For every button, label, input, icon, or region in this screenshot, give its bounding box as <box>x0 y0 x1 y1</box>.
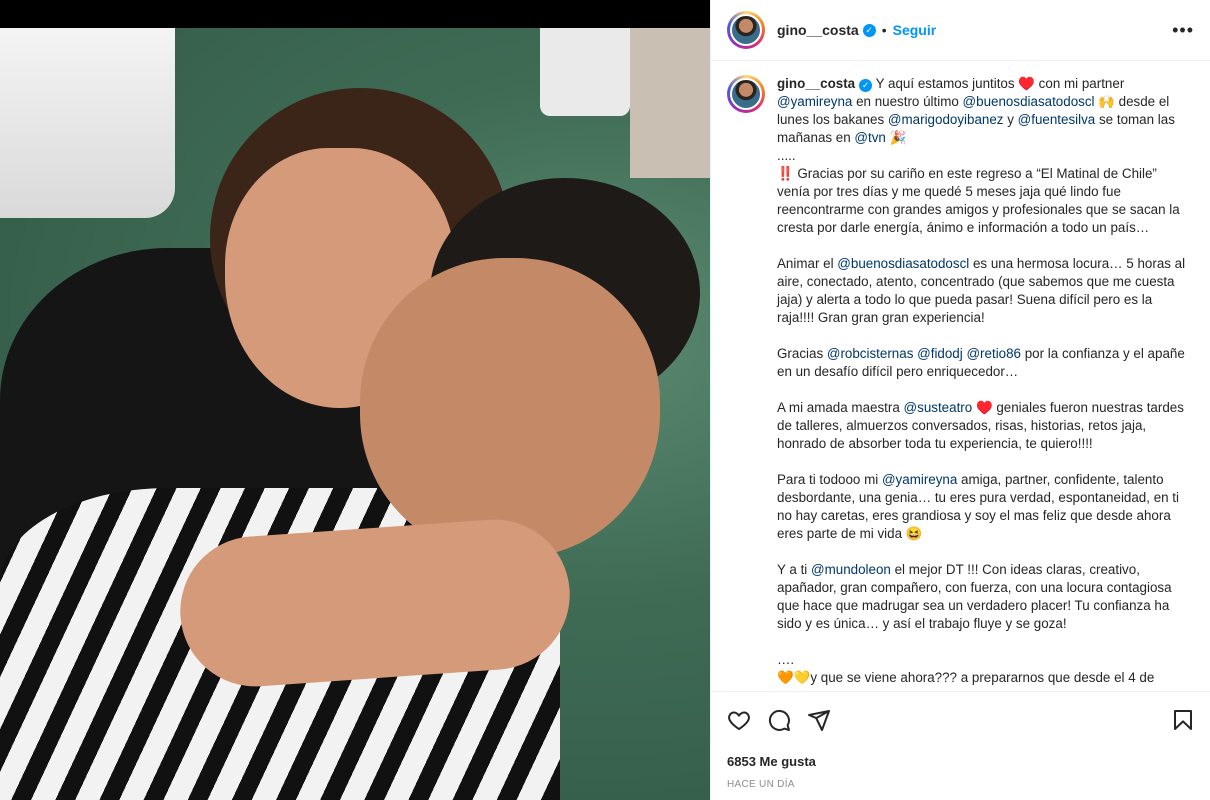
caption-area: gino__costa ✓ Y aquí estamos juntitos ♥️ … <box>711 61 1210 691</box>
caption-username[interactable]: gino__costa <box>777 76 855 91</box>
brick-wall <box>630 28 710 178</box>
bookmark-icon[interactable] <box>1171 708 1195 732</box>
mention-link[interactable]: @fuentesilva <box>1018 112 1096 127</box>
follow-button[interactable]: Seguir <box>893 22 937 38</box>
heart-icon[interactable] <box>727 708 751 732</box>
actions-bar: 6853 Me gusta HACE UN DÍA <box>711 691 1210 800</box>
mention-link[interactable]: @robcisternas <box>827 346 914 361</box>
share-icon[interactable] <box>807 708 831 732</box>
woman-arm <box>175 514 575 692</box>
white-chair <box>0 28 175 218</box>
caption-segment: en nuestro último <box>852 94 963 109</box>
action-icons <box>727 702 1195 738</box>
caption-segment: Y aquí estamos juntitos ♥️ con mi partne… <box>875 76 1128 91</box>
mention-link[interactable]: @yamireyna <box>882 472 957 487</box>
mention-link[interactable]: @marigodoyibanez <box>888 112 1004 127</box>
post-timestamp[interactable]: HACE UN DÍA <box>727 779 1195 790</box>
avatar-image <box>730 14 762 46</box>
comment-icon[interactable] <box>767 708 791 732</box>
verified-badge-icon: ✓ <box>859 78 873 92</box>
caption-text: gino__costa ✓ Y aquí estamos juntitos ♥️ … <box>777 75 1187 691</box>
post-header: gino__costa ✓ • Seguir ••• <box>711 0 1210 61</box>
mention-link[interactable]: @mundoleon <box>811 562 891 577</box>
post-side-panel: gino__costa ✓ • Seguir ••• gino__costa ✓ … <box>710 0 1210 800</box>
mention-link[interactable]: @buenosdiasatodoscl <box>963 94 1095 109</box>
mention-link[interactable]: @buenosdiasatodoscl <box>837 256 969 271</box>
mention-link[interactable]: @yamireyna <box>777 94 852 109</box>
mention-link[interactable]: @fidodj <box>917 346 963 361</box>
avatar-image <box>730 78 762 110</box>
post-username[interactable]: gino__costa <box>777 22 859 38</box>
more-options-icon[interactable]: ••• <box>1172 20 1194 41</box>
man-face <box>360 258 660 558</box>
post-photo[interactable] <box>0 0 710 800</box>
caption-segment: y <box>1003 112 1018 127</box>
caption-segment: 🎉 ..... ‼️ Gracias por su cariño en este… <box>777 130 1180 271</box>
caption-segment: el mejor DT !!! Con ideas claras, creati… <box>777 562 1172 685</box>
avatar[interactable] <box>727 11 765 49</box>
planter <box>540 28 630 116</box>
photo-scene <box>0 28 710 800</box>
mention-link[interactable]: @susteatro <box>904 400 973 415</box>
like-count[interactable]: 6853 Me gusta <box>727 754 1195 769</box>
mention-link[interactable]: @retio86 <box>966 346 1021 361</box>
verified-badge-icon: ✓ <box>862 23 876 37</box>
mention-link[interactable]: @tvn <box>854 130 885 145</box>
separator-dot: • <box>881 22 887 38</box>
caption-avatar[interactable] <box>727 75 765 113</box>
